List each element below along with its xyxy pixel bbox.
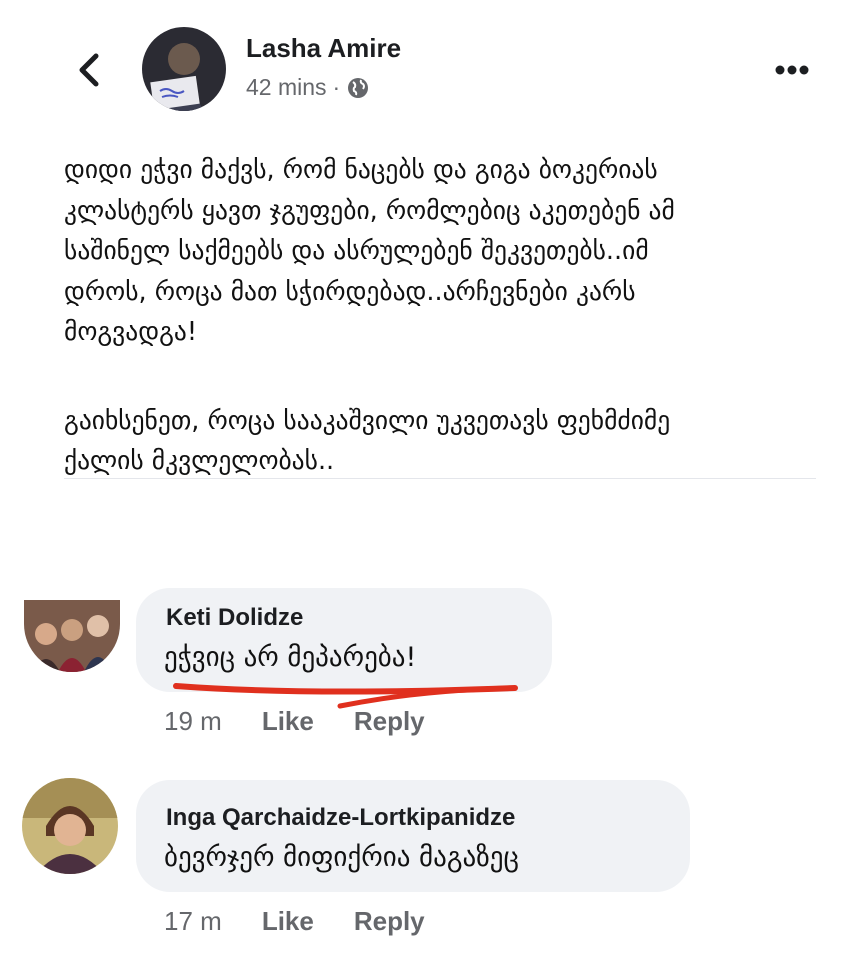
like-button[interactable]: Like [262, 706, 314, 737]
more-options-button[interactable] [770, 60, 814, 80]
comment-actions: 17 m Like Reply [164, 906, 465, 937]
comment-author[interactable]: Keti Dolidze [166, 604, 303, 632]
post-time[interactable]: 42 mins [246, 74, 327, 101]
post-line: გაიხსენეთ, როცა სააკაშვილი უკვეთავს ფეხმ… [64, 405, 671, 436]
post-line: ქალის მკვლელობას.. [64, 446, 335, 476]
post-line: საშინელ საქმეებს და ასრულებენ შეკვეთებს.… [64, 236, 649, 266]
comment-bubble[interactable]: Inga Qarchaidze-Lortkipanidze ბევრჯერ მი… [136, 780, 690, 892]
comment-author[interactable]: Inga Qarchaidze-Lortkipanidze [166, 804, 515, 832]
divider [64, 478, 816, 479]
commenter-avatar[interactable] [24, 600, 120, 672]
globe-icon [346, 76, 370, 100]
post-body: დიდი ეჭვი მაქვს, რომ ნაცებს და გიგა ბოკე… [64, 150, 804, 482]
author-name[interactable]: Lasha Amire [246, 33, 401, 64]
comment-text: ეჭვიც არ მეპარება! [164, 642, 417, 673]
post-meta: 42 mins · [246, 74, 370, 101]
back-button[interactable] [72, 50, 108, 90]
reply-button[interactable]: Reply [354, 906, 425, 937]
post-line: დროს, როცა მათ სჭირდებად..არჩევნები კარს [64, 276, 636, 307]
commenter-avatar[interactable] [22, 778, 118, 874]
comment-time: 19 m [164, 706, 222, 736]
post-line: მოგვადგა! [64, 317, 198, 347]
post-line: დიდი ეჭვი მაქვს, რომ ნაცებს და გიგა ბოკე… [64, 155, 658, 185]
comment-time: 17 m [164, 906, 222, 936]
more-horizontal-icon [775, 65, 809, 75]
post-line: კლასტერს ყავთ ჯგუფები, რომლებიც აკეთებენ… [64, 195, 675, 226]
meta-separator: · [332, 74, 341, 100]
comment-actions: 19 m Like Reply [164, 706, 465, 737]
reply-button[interactable]: Reply [354, 706, 425, 737]
author-avatar[interactable] [142, 27, 226, 111]
comment-text: ბევრჯერ მიფიქრია მაგაზეც [164, 842, 519, 873]
chevron-left-icon [79, 53, 99, 87]
like-button[interactable]: Like [262, 906, 314, 937]
